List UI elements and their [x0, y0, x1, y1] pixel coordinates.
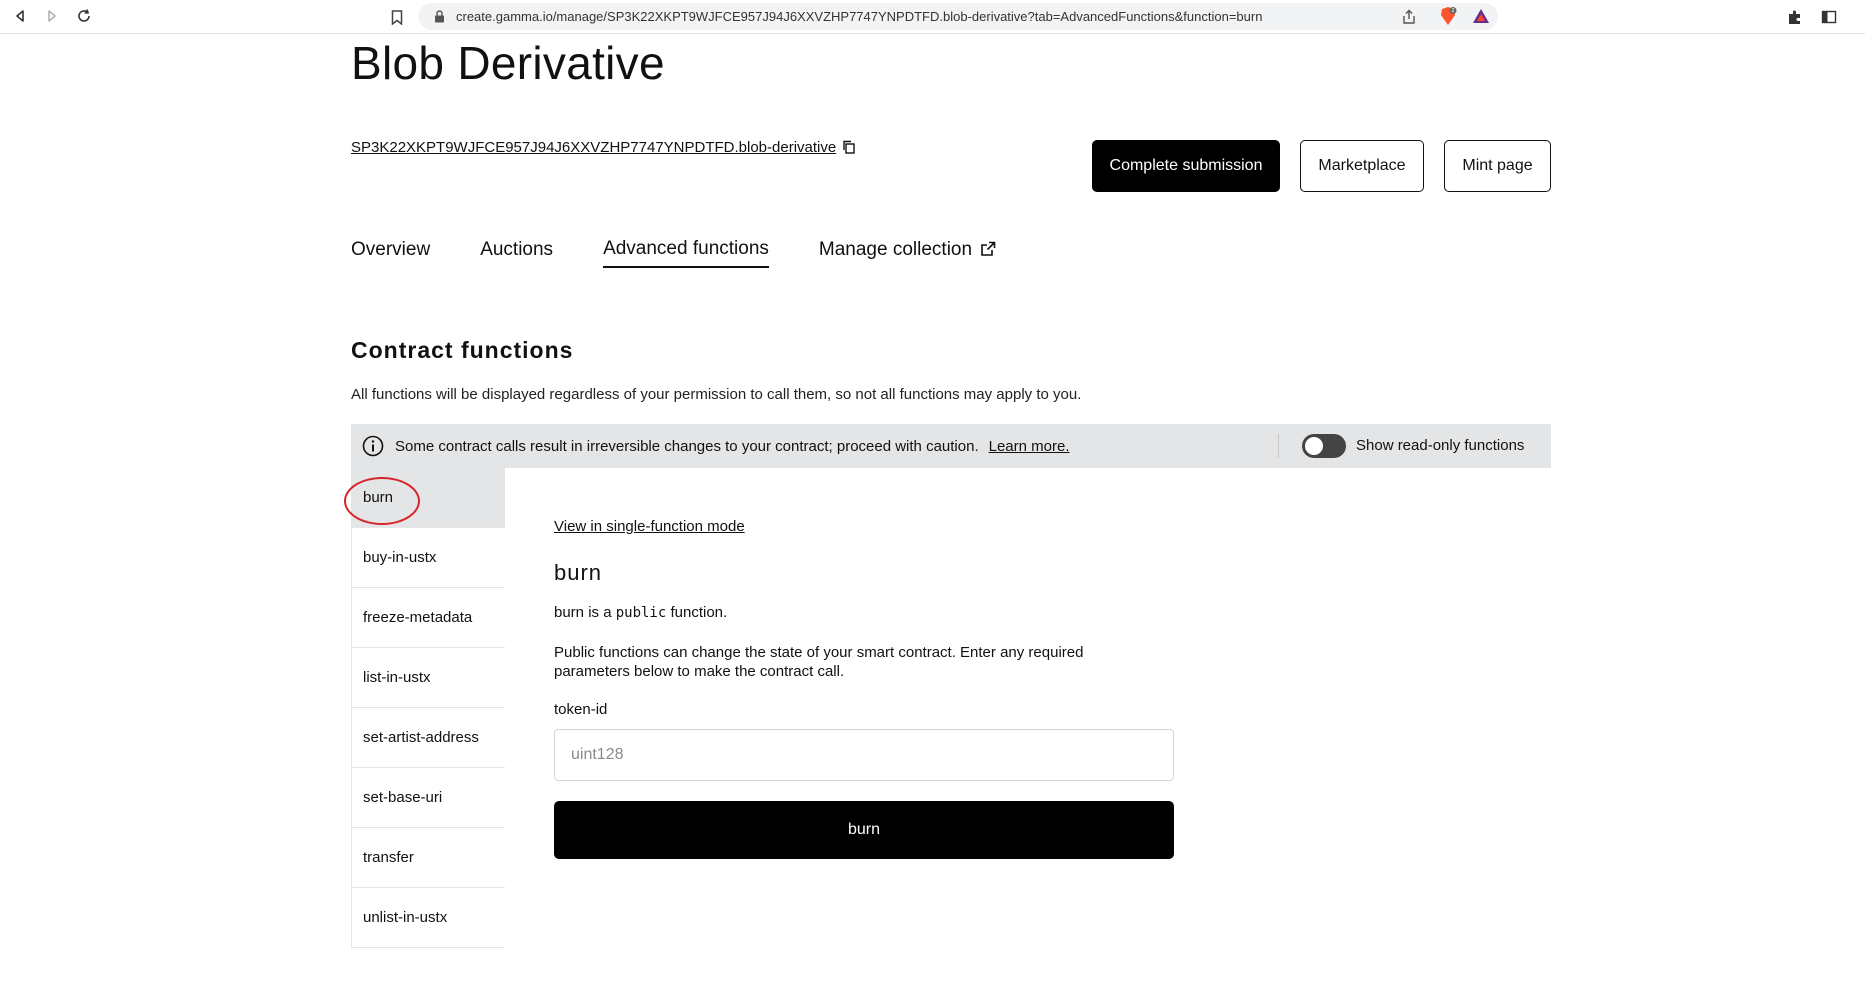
function-type-code: public — [615, 605, 667, 621]
section-title: Contract functions — [351, 337, 574, 363]
extensions-puzzle-icon[interactable] — [1784, 6, 1806, 28]
lock-icon — [432, 10, 446, 24]
copy-icon[interactable] — [842, 140, 858, 156]
function-type-prefix: burn is a — [554, 604, 612, 621]
function-list: burn buy-in-ustx freeze-metadata list-in… — [351, 468, 505, 948]
function-type-line: burn is a public function. — [554, 604, 1174, 621]
warning-text: Some contract calls result in irreversib… — [395, 437, 979, 455]
function-item-freeze-metadata[interactable]: freeze-metadata — [351, 588, 505, 648]
url-text: create.gamma.io/manage/SP3K22XKPT9WJFCE9… — [456, 9, 1263, 24]
function-note: Public functions can change the state of… — [554, 644, 1084, 680]
function-item-transfer[interactable]: transfer — [351, 828, 505, 888]
tab-label: Overview — [351, 239, 431, 260]
function-type-suffix: function. — [670, 604, 728, 621]
function-item-set-artist-address[interactable]: set-artist-address — [351, 708, 505, 768]
contract-id-link[interactable]: SP3K22XKPT9WJFCE957J94J6XXVZHP7747YNPDTF… — [351, 139, 858, 156]
function-item-set-base-uri[interactable]: set-base-uri — [351, 768, 505, 828]
function-item-buy-in-ustx[interactable]: buy-in-ustx — [351, 528, 505, 588]
side-panel-icon[interactable] — [1818, 6, 1840, 28]
tab-manage-collection[interactable]: Manage collection — [819, 238, 998, 268]
function-name-heading: burn — [554, 560, 603, 585]
read-only-toggle-label: Show read-only functions — [1356, 437, 1525, 454]
read-only-toggle[interactable] — [1302, 434, 1346, 458]
divider — [1278, 434, 1279, 458]
warning-banner: Some contract calls result in irreversib… — [351, 424, 1551, 468]
brave-badge-count: 2 — [1451, 8, 1454, 14]
tab-bar: Overview Auctions Advanced functions Man… — [351, 238, 1048, 268]
mint-page-button[interactable]: Mint page — [1444, 140, 1551, 192]
marketplace-button[interactable]: Marketplace — [1300, 140, 1424, 192]
external-link-icon — [980, 241, 998, 259]
tab-label: Advanced functions — [603, 238, 769, 259]
tab-label: Manage collection — [818, 239, 973, 260]
function-item-burn[interactable]: burn — [351, 468, 505, 528]
page-title: Blob Derivative — [351, 37, 665, 89]
function-item-unlist-in-ustx[interactable]: unlist-in-ustx — [351, 888, 505, 948]
tab-auctions[interactable]: Auctions — [480, 238, 553, 268]
tab-advanced-functions[interactable]: Advanced functions — [603, 238, 769, 268]
param-label-token-id: token-id — [554, 701, 608, 718]
learn-more-link[interactable]: Learn more. — [989, 438, 1070, 455]
single-function-mode-link[interactable]: View in single-function mode — [554, 518, 745, 535]
reload-icon[interactable] — [72, 4, 96, 28]
forward-icon[interactable] — [40, 4, 64, 28]
brave-shield-icon[interactable]: 2 — [1437, 5, 1459, 27]
contract-id-text[interactable]: SP3K22XKPT9WJFCE957J94J6XXVZHP7747YNPDTF… — [351, 139, 836, 156]
function-detail-panel: View in single-function mode burn burn i… — [554, 518, 1174, 859]
brave-rewards-icon[interactable] — [1470, 5, 1492, 27]
share-icon[interactable] — [1398, 6, 1420, 28]
complete-submission-button[interactable]: Complete submission — [1092, 140, 1280, 192]
back-icon[interactable] — [8, 4, 32, 28]
bookmark-icon[interactable] — [386, 6, 408, 28]
toggle-knob — [1305, 437, 1323, 455]
browser-toolbar: create.gamma.io/manage/SP3K22XKPT9WJFCE9… — [0, 0, 1865, 34]
tab-overview[interactable]: Overview — [351, 238, 430, 268]
call-burn-button[interactable]: burn — [554, 801, 1174, 859]
section-description: All functions will be displayed regardle… — [351, 386, 1082, 403]
token-id-input[interactable] — [554, 729, 1174, 781]
function-item-list-in-ustx[interactable]: list-in-ustx — [351, 648, 505, 708]
info-icon — [362, 435, 384, 457]
address-bar[interactable]: create.gamma.io/manage/SP3K22XKPT9WJFCE9… — [418, 3, 1498, 30]
tab-label: Auctions — [480, 239, 554, 260]
